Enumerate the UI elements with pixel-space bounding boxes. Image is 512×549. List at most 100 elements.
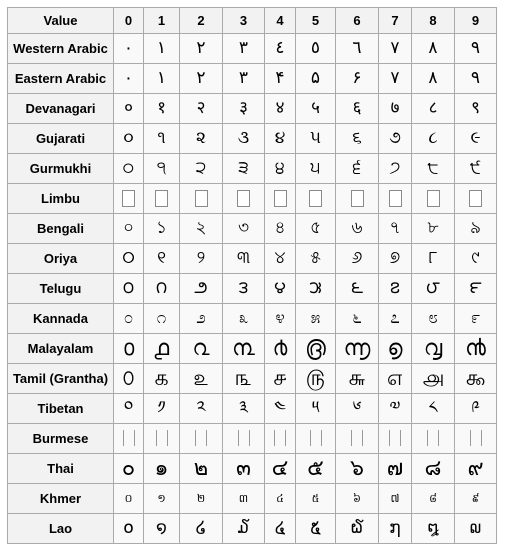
numeral-cell: ೯ [454,303,497,334]
numeral-cell: ୪ [264,243,296,274]
script-name: Devanagari [7,93,114,124]
numeral-cell: ๖ [335,453,379,484]
missing-glyph-bars-icon [195,430,207,446]
digit-header: 0 [113,7,144,34]
script-name: Gujarati [7,123,114,154]
missing-glyph-box-icon [309,189,322,207]
numeral-cell: ૩ [222,123,265,154]
numeral-cell: ༢ [179,393,223,424]
missing-glyph-box-icon [237,189,250,207]
table-row: Devanagari ० १ २ ३ ४ ५ ६ ७ ८ ९ [7,93,497,124]
numeral-cell: ៧ [378,483,412,514]
script-name: Lao [7,513,114,544]
numeral-cell [454,183,497,214]
numeral-cell: ༡ [143,393,180,424]
script-name: Eastern Arabic [7,63,114,94]
numeral-cell: ๘ [411,453,455,484]
digit-header: 5 [295,7,336,34]
numeral-cell: ൫ [295,333,336,364]
script-name: Thai [7,453,114,484]
numeral-cell: ۳ [222,63,265,94]
numeral-cell: ൮ [411,333,455,364]
numeral-cell: ௯ [454,363,497,394]
script-name: Limbu [7,183,114,214]
missing-glyph-box-icon [469,189,482,207]
numeral-cell: ໙ [454,513,497,544]
numeral-cell: ௦ [113,363,144,394]
script-name: Tibetan [7,393,114,424]
numeral-cell: ੮ [411,153,455,184]
numeral-cell: ౯ [454,273,497,304]
numeral-cell: ൬ [335,333,379,364]
numeral-cell: ௨ [179,363,223,394]
numeral-cell [335,183,379,214]
numeral-cell: ౨ [179,273,223,304]
numeral-cell: ౪ [264,273,296,304]
numeral-cell: ٧ [378,33,412,64]
numeral-cell: ७ [378,93,412,124]
numeral-cell: ۸ [411,63,455,94]
numeral-cell: ௪ [264,363,296,394]
script-name: Western Arabic [7,33,114,64]
numeral-cell: ३ [222,93,265,124]
table-row: Gujarati ૦ ૧ ૨ ૩ ૪ ૫ ૬ ૭ ૮ ૯ [7,123,497,154]
numeral-cell: ૯ [454,123,497,154]
table-row: Gurmukhi ੦ ੧ ੨ ੩ ੪ ੫ ੬ ੭ ੮ ੯ [7,153,497,184]
numeral-cell: ૧ [143,123,180,154]
numeral-cell: ༠ [113,393,144,424]
missing-glyph-bars-icon [309,430,322,446]
numeral-cell: ٨ [411,33,455,64]
numeral-cell [454,423,497,454]
numeral-cell: ೮ [411,303,455,334]
numeral-cell: ໑ [143,513,180,544]
digit-header: 7 [378,7,412,34]
script-name: Oriya [7,243,114,274]
numeral-cell: ൪ [264,333,296,364]
numeral-cell: ୦ [113,243,144,274]
numeral-cell: ੧ [143,153,180,184]
numeral-cell: ౫ [295,273,336,304]
numeral-cell [378,423,412,454]
numeral-cell: ٥ [295,33,336,64]
numeral-cell: ೭ [378,303,412,334]
numeral-cell: ౧ [143,273,180,304]
numeral-cell: ۷ [378,63,412,94]
digit-header: 1 [143,7,180,34]
numeral-cell: ୯ [454,243,497,274]
numeral-cell: ९ [454,93,497,124]
numeral-cell: ༤ [264,393,296,424]
missing-glyph-bars-icon [155,430,168,446]
numeral-cell: ൯ [454,333,497,364]
digit-header: 6 [335,7,379,34]
numeral-cell: ० [113,93,144,124]
missing-glyph-box-icon [194,189,208,207]
numeral-cell: ൩ [222,333,265,364]
numeral-cell: ৮ [411,213,455,244]
numeral-cell: ༧ [378,393,412,424]
numeral-cell: ৪ [264,213,296,244]
numeral-cell: ៦ [335,483,379,514]
numeral-cell: ੨ [179,153,223,184]
numeral-cell: ௮ [411,363,455,394]
numeral-cell: ២ [179,483,223,514]
numeral-cell: ༨ [411,393,455,424]
numeral-cell: ૦ [113,123,144,154]
numeral-cell [378,183,412,214]
numeral-cell: ૮ [411,123,455,154]
numeral-cell: ६ [335,93,379,124]
digit-header: 8 [411,7,455,34]
numeral-cell: ౭ [378,273,412,304]
missing-glyph-box-icon [273,189,287,207]
numeral-cell: ୬ [335,243,379,274]
numeral-cell: ໘ [411,513,455,544]
numeral-cell: ୨ [179,243,223,274]
numeral-cell [295,183,336,214]
table-row: Western Arabic ٠ ١ ٢ ٣ ٤ ٥ ٦ ٧ ٨ ٩ [7,33,497,64]
numeral-cell: ५ [295,93,336,124]
numeral-cell: ༥ [295,393,336,424]
numeral-cell: ໖ [335,513,379,544]
numeral-cell: ೦ [113,303,144,334]
numeral-cell: ៥ [295,483,336,514]
table-row: Khmer ០១២៣៤៥៦៧៨៩ [7,483,497,514]
numeral-cell: ൦ [113,333,144,364]
